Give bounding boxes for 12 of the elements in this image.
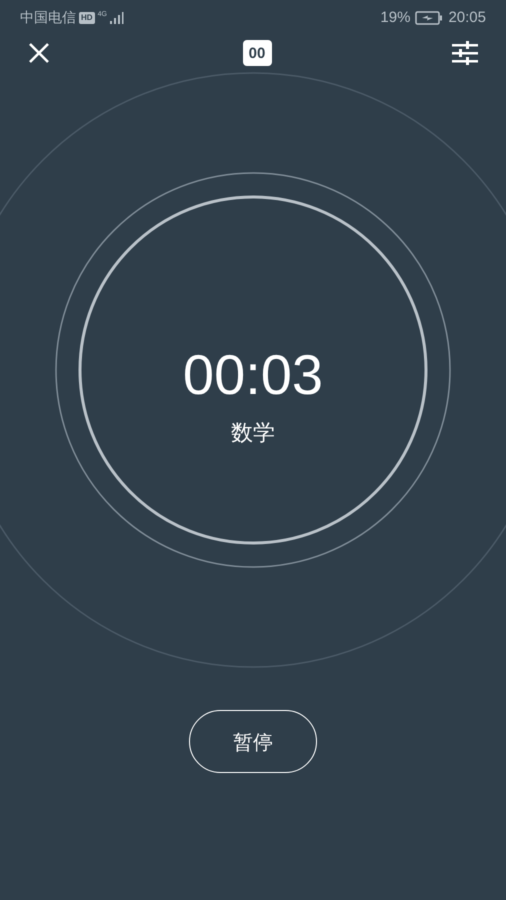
hd-badge: HD (79, 12, 95, 24)
close-icon[interactable] (28, 42, 50, 64)
clock-time: 20:05 (448, 8, 486, 28)
subject-name: 数学 (231, 420, 275, 448)
signal-icon (110, 12, 124, 24)
carrier-name: 中国电信 (20, 8, 76, 28)
pause-button[interactable]: 暂停 (189, 710, 317, 773)
timer-time: 00:03 (182, 343, 324, 407)
battery-charging-icon (415, 11, 444, 25)
flip-clock-button[interactable]: 00 (242, 40, 272, 66)
battery-percent: 19% (380, 8, 410, 28)
settings-sliders-icon[interactable] (452, 41, 478, 65)
